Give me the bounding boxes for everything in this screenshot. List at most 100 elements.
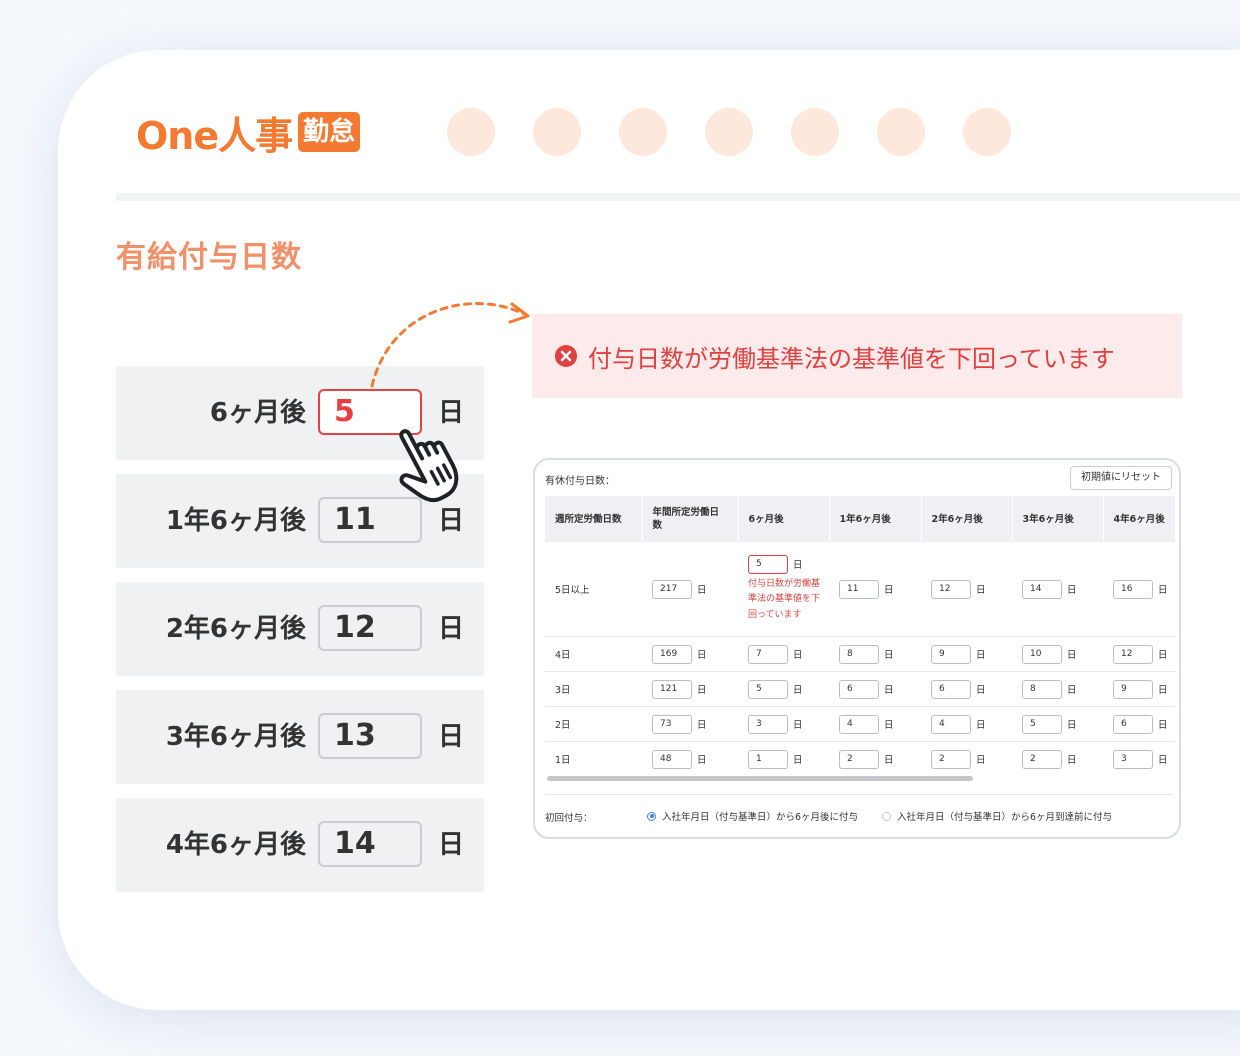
grant-row-label: 4年6ヶ月後 xyxy=(165,830,306,860)
unit-label: 日 xyxy=(1067,755,1077,766)
table-header-cell: 4年6ヶ月後 xyxy=(1103,496,1175,542)
days-input[interactable]: 2 xyxy=(931,749,971,769)
first-grant-option-1[interactable]: 入社年月日（付与基準日）から6ヶ月後に付与 xyxy=(647,809,858,823)
grant-days-input[interactable]: 12 xyxy=(318,605,422,651)
inline-error-message: 付与日数が労働基準法の基準値を下回っています xyxy=(748,578,821,620)
radio-selected-icon[interactable] xyxy=(647,811,656,821)
table-header-cell: 年間所定労働日数 xyxy=(642,496,739,542)
unit-label: 日 xyxy=(793,685,803,696)
weekly-days-cell: 3日 xyxy=(545,671,642,707)
days-input[interactable]: 5 xyxy=(748,679,788,699)
days-input[interactable]: 9 xyxy=(931,644,971,664)
weekly-days-cell: 2日 xyxy=(545,706,642,742)
days-input[interactable]: 14 xyxy=(1022,579,1062,599)
table-header-cell: 3年6ヶ月後 xyxy=(1012,496,1104,542)
weekly-days-cell: 1日 xyxy=(545,741,642,770)
table-row: 4日 169 日 7 日 8 日 9 日 10 日 12 日 xyxy=(545,636,1175,672)
days-input[interactable]: 10 xyxy=(1022,644,1062,664)
nav-placeholder-dot xyxy=(705,108,753,156)
unit-label: 日 xyxy=(697,585,707,596)
days-input[interactable]: 217 xyxy=(652,579,692,599)
days-input[interactable]: 121 xyxy=(652,679,692,699)
first-grant-option-2[interactable]: 入社年月日（付与基準日）から6ヶ月到達前に付与 xyxy=(882,809,1112,823)
settings-panel: 有休付与日数： 初期値にリセット 週所定労働日数 年間所定労働日数 6ヶ月後 1年6ヶ… xyxy=(533,458,1181,839)
dashed-arrow-icon xyxy=(370,302,530,388)
days-input[interactable]: 5 xyxy=(748,554,788,574)
weekly-days-cell: 5日以上 xyxy=(545,542,642,637)
unit-label: 日 xyxy=(976,685,986,696)
days-input[interactable]: 6 xyxy=(1113,714,1153,734)
unit-label: 日 xyxy=(697,685,707,696)
table-cell: 9日 xyxy=(921,636,1012,672)
unit-label: 日 xyxy=(976,755,986,766)
days-input[interactable]: 12 xyxy=(1113,644,1153,664)
grant-row-label: 2年6ヶ月後 xyxy=(165,614,306,644)
days-input[interactable]: 12 xyxy=(931,579,971,599)
unit-label: 日 xyxy=(1067,585,1077,596)
radio-unselected-icon[interactable] xyxy=(882,811,891,821)
unit-label: 日 xyxy=(697,650,707,661)
table-cell: 12 日 xyxy=(1103,636,1175,672)
days-input[interactable]: 48 xyxy=(652,749,692,769)
days-input[interactable]: 6 xyxy=(839,679,879,699)
days-input[interactable]: 3 xyxy=(748,714,788,734)
unit-label: 日 xyxy=(976,650,986,661)
table-cell: 3日 xyxy=(1103,741,1175,770)
days-input[interactable]: 2 xyxy=(1022,749,1062,769)
days-input[interactable]: 2 xyxy=(839,749,879,769)
days-input[interactable]: 8 xyxy=(1022,679,1062,699)
days-input[interactable]: 9 xyxy=(1113,679,1153,699)
grant-row: 4年6ヶ月後 14 日 xyxy=(116,798,484,892)
table-header-cell: 6ヶ月後 xyxy=(738,496,830,542)
brand-name: One人事 xyxy=(136,113,293,158)
grant-days-input[interactable]: 14 xyxy=(318,821,422,867)
table-header-row: 週所定労働日数 年間所定労働日数 6ヶ月後 1年6ヶ月後 2年6ヶ月後 3年6ヶ月後 4年6… xyxy=(545,496,1175,542)
table-row: 5日以上 217 日 5 日付与日数が労働基準法の基準値を下回っています 11 日 12 日 14… xyxy=(545,542,1175,637)
unit-label: 日 xyxy=(793,560,803,572)
days-input[interactable]: 1 xyxy=(748,749,788,769)
days-input[interactable]: 4 xyxy=(839,714,879,734)
nav-placeholder-dot xyxy=(877,108,925,156)
days-input[interactable]: 3 xyxy=(1113,749,1153,769)
grant-days-input[interactable]: 13 xyxy=(318,713,422,759)
table-cell: 48 日 xyxy=(642,741,738,770)
table-header-cell: 2年6ヶ月後 xyxy=(921,496,1013,542)
grant-unit-label: 日 xyxy=(438,722,465,752)
days-input[interactable]: 11 xyxy=(839,579,879,599)
horizontal-scrollbar[interactable] xyxy=(547,776,973,781)
error-circle-icon xyxy=(555,345,577,367)
unit-label: 日 xyxy=(976,720,986,731)
alert-message: 付与日数が労働基準法の基準値を下回っています xyxy=(588,344,1115,373)
weekly-days-cell: 4日 xyxy=(545,636,642,672)
grant-table-scroll[interactable]: 週所定労働日数 年間所定労働日数 6ヶ月後 1年6ヶ月後 2年6ヶ月後 3年6ヶ月後 4年6… xyxy=(545,496,1175,770)
table-cell: 73 日 xyxy=(642,706,738,742)
table-cell: 4日 xyxy=(829,706,921,742)
table-cell: 3日 xyxy=(738,706,829,742)
validation-alert: 付与日数が労働基準法の基準値を下回っています xyxy=(532,314,1182,398)
unit-label: 日 xyxy=(793,720,803,731)
brand-logo: One人事 勤怠 xyxy=(136,106,361,158)
days-input[interactable]: 8 xyxy=(839,644,879,664)
reset-defaults-button[interactable]: 初期値にリセット xyxy=(1070,466,1172,490)
grant-row-label: 3年6ヶ月後 xyxy=(165,722,306,752)
unit-label: 日 xyxy=(1158,685,1168,696)
days-input[interactable]: 5 xyxy=(1022,714,1062,734)
unit-label: 日 xyxy=(697,720,707,731)
table-header-cell: 1年6ヶ月後 xyxy=(829,496,922,542)
nav-placeholder-dot xyxy=(447,108,495,156)
days-input[interactable]: 73 xyxy=(652,714,692,734)
first-grant-label: 初回付与： xyxy=(545,813,593,824)
days-input[interactable]: 169 xyxy=(652,644,692,664)
option-label: 入社年月日（付与基準日）から6ヶ月後に付与 xyxy=(662,812,859,823)
unit-label: 日 xyxy=(793,650,803,661)
days-input[interactable]: 6 xyxy=(931,679,971,699)
grant-row: 3年6ヶ月後 13 日 xyxy=(116,690,484,784)
unit-label: 日 xyxy=(1067,720,1077,731)
unit-label: 日 xyxy=(884,650,894,661)
days-input[interactable]: 4 xyxy=(931,714,971,734)
table-cell: 12 日 xyxy=(921,542,1012,637)
days-input[interactable]: 16 xyxy=(1113,579,1153,599)
table-cell: 7日 xyxy=(738,636,829,672)
days-input[interactable]: 7 xyxy=(748,644,788,664)
brand-badge: 勤怠 xyxy=(298,112,361,152)
